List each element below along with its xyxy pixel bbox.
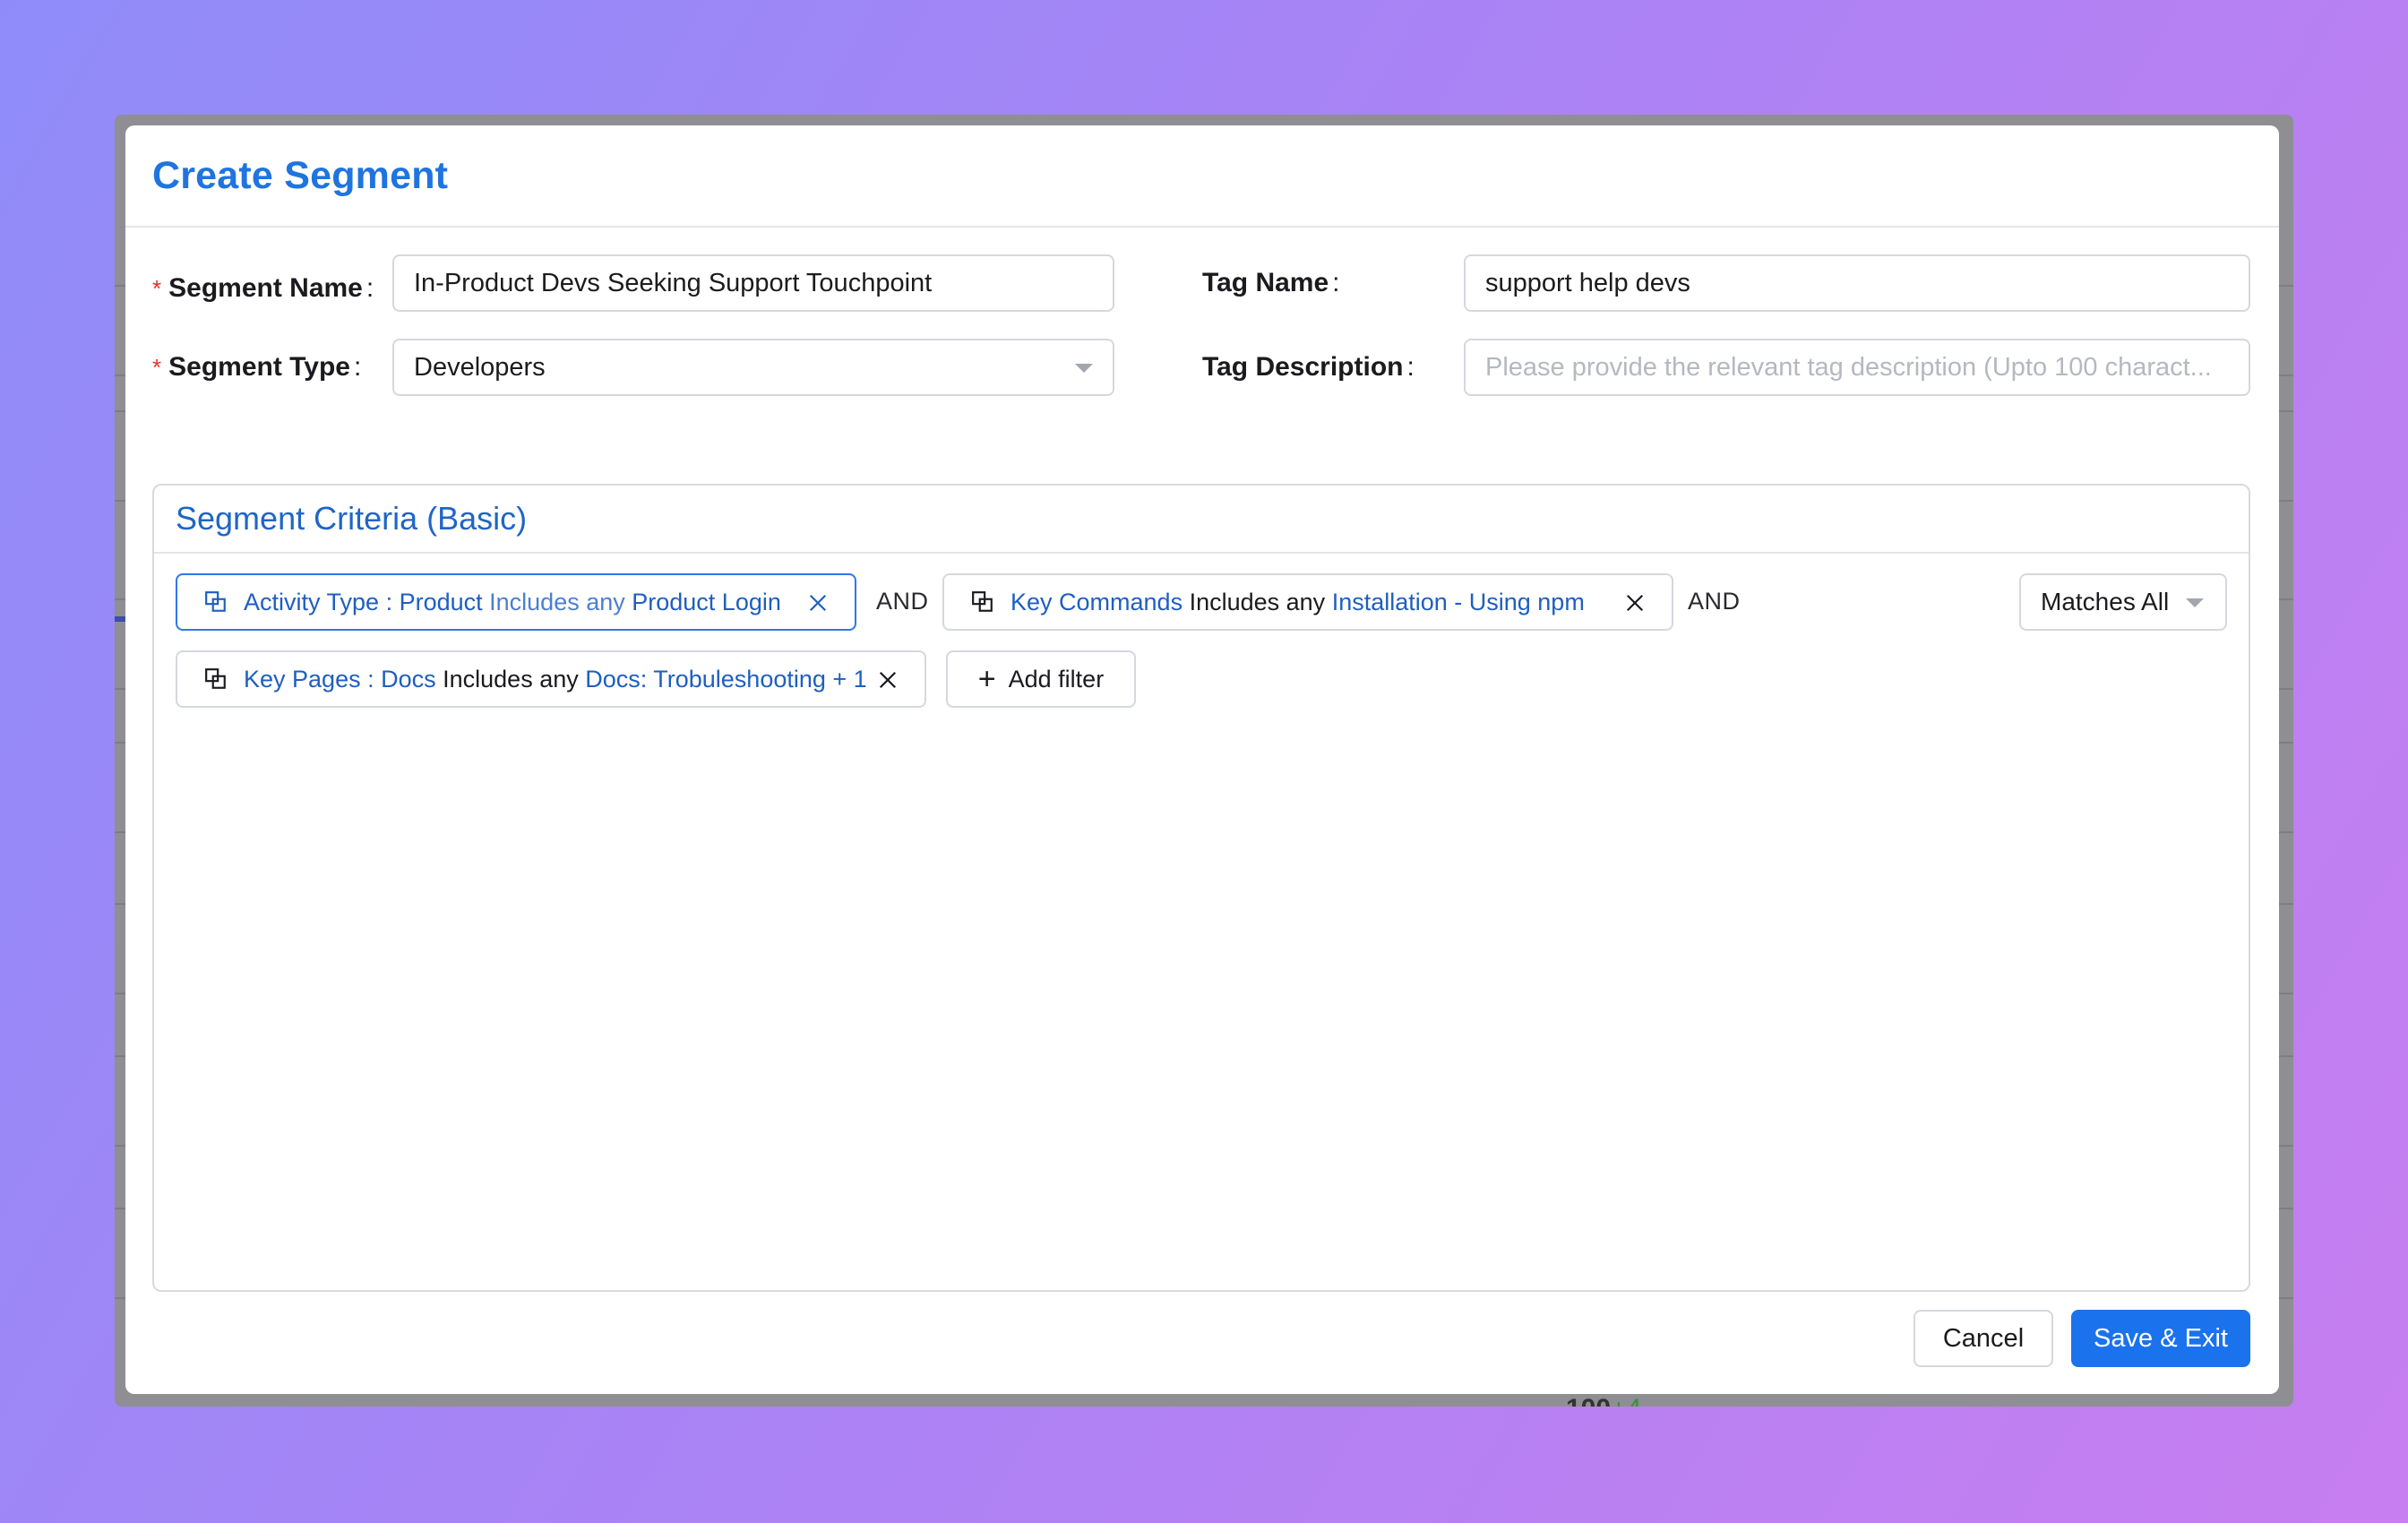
background-footer-number: 100+4 bbox=[1566, 1394, 1641, 1407]
filter-subfield: Docs bbox=[381, 665, 436, 693]
segment-criteria-panel: Segment Criteria (Basic) Activity Type :… bbox=[152, 484, 2250, 1292]
filter-separator: : bbox=[360, 665, 382, 693]
segment-name-label-row: * Segment Name : bbox=[152, 260, 374, 317]
cancel-button[interactable]: Cancel bbox=[1914, 1310, 2053, 1367]
close-icon[interactable] bbox=[808, 593, 828, 613]
and-conjunction: AND bbox=[876, 588, 929, 615]
filter-operator: Includes any bbox=[1182, 588, 1332, 615]
tag-description-input[interactable]: Please provide the relevant tag descript… bbox=[1464, 339, 2250, 396]
label-colon: : bbox=[366, 273, 374, 303]
modal-header: Create Segment bbox=[125, 125, 2279, 228]
save-and-exit-button[interactable]: Save & Exit bbox=[2071, 1310, 2250, 1367]
tag-description-label-row: Tag Description : bbox=[1202, 339, 1415, 396]
close-icon[interactable] bbox=[1625, 593, 1645, 613]
filter-subfield: Product bbox=[399, 588, 483, 615]
tag-name-input[interactable]: support help devs bbox=[1464, 254, 2250, 312]
segment-name-input[interactable]: In-Product Devs Seeking Support Touchpoi… bbox=[392, 254, 1114, 312]
filter-group-icon bbox=[972, 591, 993, 612]
filter-group-icon bbox=[205, 668, 226, 689]
filter-chip-key-pages[interactable]: Key Pages : Docs Includes any Docs: Trob… bbox=[176, 650, 926, 708]
modal-title: Create Segment bbox=[152, 153, 449, 197]
label-colon: : bbox=[353, 352, 362, 382]
segment-type-label-row: * Segment Type : bbox=[152, 339, 361, 396]
add-filter-button[interactable]: + Add filter bbox=[946, 650, 1136, 708]
filter-field: Key Commands bbox=[1010, 588, 1183, 615]
filter-chip-key-commands[interactable]: Key Commands Includes any Installation -… bbox=[942, 573, 1673, 631]
filter-value: Product Login bbox=[632, 588, 781, 615]
tag-name-label-row: Tag Name : bbox=[1202, 254, 1340, 312]
match-mode-value: Matches All bbox=[2041, 588, 2170, 615]
label-colon: : bbox=[1332, 268, 1340, 297]
tag-description-label: Tag Description bbox=[1202, 352, 1404, 382]
segment-type-label: Segment Type bbox=[168, 352, 350, 382]
required-indicator: * bbox=[152, 353, 162, 381]
filter-group-icon bbox=[205, 591, 226, 612]
filter-operator: Includes any bbox=[482, 588, 632, 615]
segment-type-value: Developers bbox=[414, 352, 546, 382]
segment-name-label: Segment Name bbox=[168, 273, 363, 303]
required-indicator: * bbox=[152, 274, 162, 302]
criteria-header: Segment Criteria (Basic) bbox=[154, 486, 2249, 554]
chevron-down-icon bbox=[1075, 364, 1093, 373]
and-conjunction: AND bbox=[1688, 588, 1741, 615]
filter-chip-activity-type[interactable]: Activity Type : Product Includes any Pro… bbox=[176, 573, 856, 631]
filter-value: Installation - Using npm bbox=[1331, 588, 1585, 615]
chevron-down-icon bbox=[2186, 598, 2204, 607]
filter-value: Docs: Trobuleshooting + 1 bbox=[585, 665, 867, 693]
filter-field: Activity Type bbox=[244, 588, 380, 615]
tag-name-label: Tag Name bbox=[1202, 268, 1329, 297]
match-mode-select[interactable]: Matches All bbox=[2019, 573, 2227, 631]
plus-icon: + bbox=[977, 662, 996, 696]
filter-field: Key Pages bbox=[244, 665, 361, 693]
segment-type-select[interactable]: Developers bbox=[392, 339, 1114, 396]
create-segment-modal: Create Segment * Segment Name : In-Produ… bbox=[125, 125, 2279, 1394]
filter-separator: : bbox=[379, 588, 400, 615]
add-filter-label: Add filter bbox=[1008, 665, 1105, 693]
label-colon: : bbox=[1406, 352, 1415, 382]
filter-operator: Includes any bbox=[435, 665, 586, 693]
close-icon[interactable] bbox=[878, 670, 898, 690]
criteria-title: Segment Criteria (Basic) bbox=[176, 500, 528, 537]
